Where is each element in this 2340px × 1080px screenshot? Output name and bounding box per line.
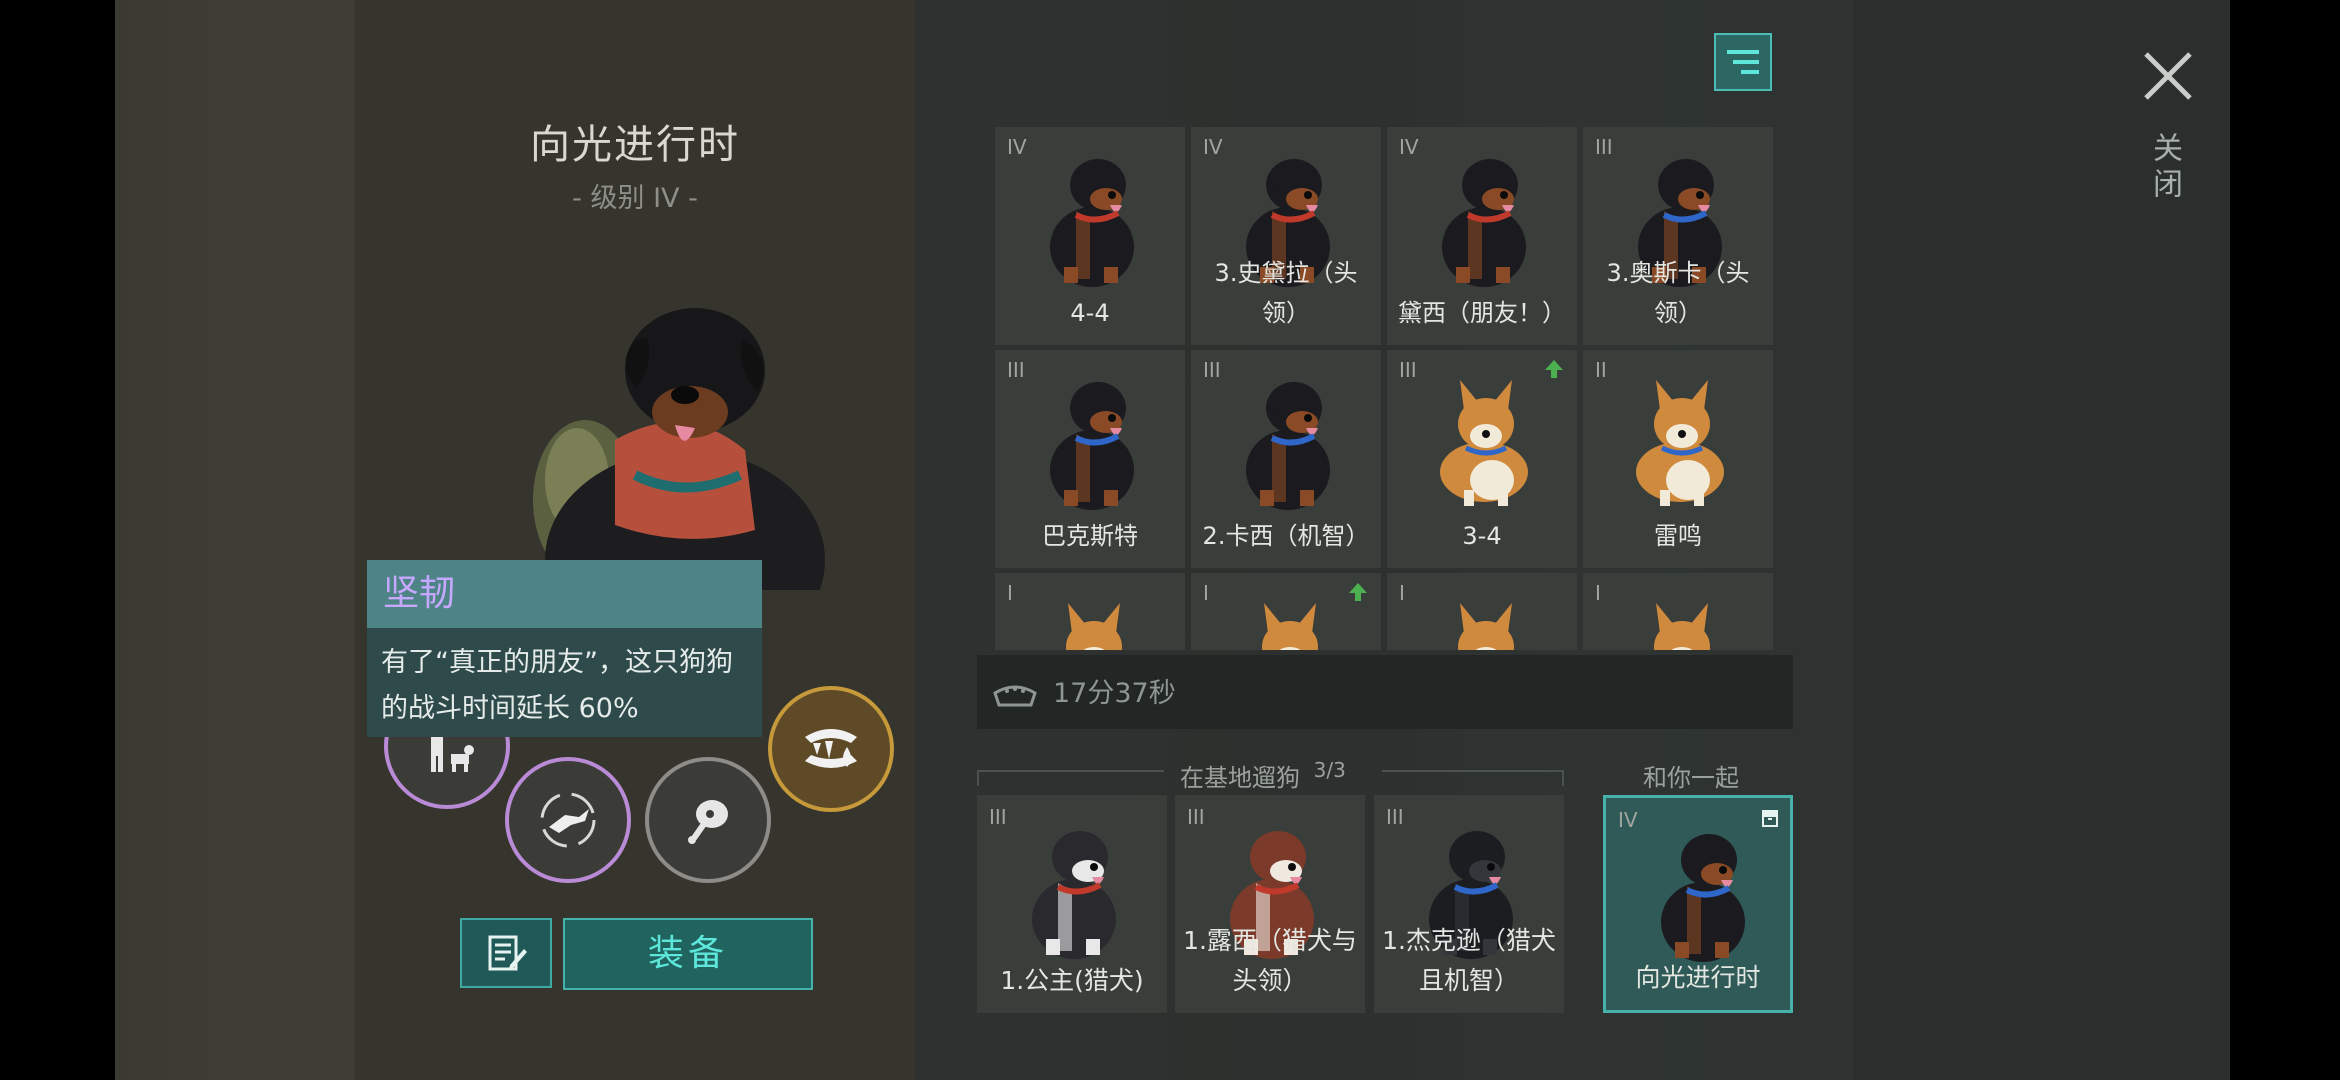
dog-card[interactable]: III 3-4 [1387, 350, 1577, 568]
dog-name: 巴克斯特 [1042, 522, 1138, 550]
dog-card[interactable]: II 雷鸣 [1583, 350, 1773, 568]
dog-image [1050, 382, 1134, 510]
dog-image [1440, 380, 1528, 506]
dog-name: 向光进行时 [1635, 963, 1761, 992]
dog-card[interactable]: IV 黛西（朋友！） [1387, 127, 1577, 345]
dog-card[interactable]: I [995, 573, 1185, 650]
dog-name: 向光进行时 [530, 122, 740, 168]
dog-portrait [533, 308, 825, 590]
bracket-left [977, 770, 1164, 786]
dog-name: 3-4 [1462, 522, 1502, 550]
close-icon[interactable] [2140, 48, 2196, 104]
dog-tier: I [1399, 581, 1405, 605]
dog-image [1246, 382, 1330, 510]
dog-name: 2.卡西（机智） [1202, 522, 1370, 550]
dog-card[interactable]: I [1191, 573, 1381, 650]
dog-grid[interactable]: IV 4-4 IV 3.史黛拉（头领） IV 黛西（朋友！） III 3.奥斯卡… [995, 127, 1778, 650]
upgrade-arrow-icon [1349, 583, 1367, 601]
equip-button[interactable]: 装备 [563, 918, 813, 990]
notepad-edit-icon [488, 935, 527, 971]
dog-card[interactable]: I [1387, 573, 1577, 650]
base-dog-card[interactable]: III 1.杰克逊（猎犬且机智） [1374, 795, 1564, 1013]
base-walk-count: 3/3 [1313, 758, 1346, 782]
dog-name: 1.杰克逊（猎犬且机智） [1382, 926, 1556, 995]
base-walk-label: 在基地遛狗 3/3 [1180, 758, 1346, 793]
tooltip-title: 坚韧 [367, 560, 762, 628]
with-you-label: 和你一起 [1643, 764, 1739, 792]
dog-card[interactable]: IV 3.史黛拉（头领） [1191, 127, 1381, 345]
dog-image [1050, 159, 1134, 287]
dog-image [1442, 159, 1526, 287]
dog-tier: I [1007, 581, 1013, 605]
feed-timer-text: 17分37秒 [1053, 678, 1176, 709]
filter-button[interactable] [1714, 33, 1772, 91]
dog-tier: II [1595, 358, 1607, 382]
dog-image [1458, 603, 1514, 650]
meat-skill[interactable] [645, 757, 771, 883]
dog-card[interactable]: I [1583, 573, 1773, 650]
base-dog-card[interactable]: III 1.公主(猎犬) [977, 795, 1167, 1013]
dog-card[interactable]: III 3.奥斯卡（头领） [1583, 127, 1773, 345]
upgrade-arrow-icon [1545, 360, 1563, 378]
close-label[interactable]: 关闭 [2146, 132, 2186, 204]
dog-jump-skill[interactable] [505, 757, 631, 883]
dog-image [1654, 603, 1710, 650]
dog-tier: I [1595, 581, 1601, 605]
food-bowl-icon [993, 685, 1037, 707]
dog-card[interactable]: III 巴克斯特 [995, 350, 1185, 568]
fang-blood-icon [805, 729, 857, 768]
dog-level: - 级别 IV - [572, 183, 698, 214]
filter-icon [1727, 50, 1759, 74]
dog-name: 3.史黛拉（头领） [1214, 259, 1358, 327]
dog-name: 4-4 [1070, 299, 1110, 327]
tooltip-description: 有了“真正的朋友”，这只狗狗的战斗时间延长 60% [381, 647, 733, 724]
dog-card[interactable]: IV 4-4 [995, 127, 1185, 345]
base-walk-title: 在基地遛狗 [1180, 764, 1300, 792]
dog-jump-cycle-icon [540, 792, 596, 848]
dog-tier: I [1203, 581, 1209, 605]
dog-image [1032, 831, 1116, 959]
skill-tooltip: 坚韧 有了“真正的朋友”，这只狗狗的战斗时间延长 60% [367, 560, 762, 737]
base-dog-card[interactable]: III 1.露西（猎犬与头领） [1175, 795, 1365, 1013]
fang-blood-skill[interactable] [768, 686, 894, 812]
dog-name: 3.奥斯卡（头领） [1606, 259, 1750, 327]
notes-button[interactable] [460, 918, 552, 988]
meat-icon [688, 800, 728, 844]
dog-image [1066, 603, 1122, 650]
dog-image [1262, 603, 1318, 650]
dog-card[interactable]: III 2.卡西（机智） [1191, 350, 1381, 568]
feed-timer-bar: 17分37秒 [977, 655, 1793, 729]
dog-image [1661, 834, 1745, 962]
dog-name: 雷鸣 [1654, 522, 1702, 550]
dog-name: 1.露西（猎犬与头领） [1183, 926, 1357, 995]
with-you-dog-card[interactable]: IV 向光进行时 [1603, 795, 1793, 1013]
bracket-right [1382, 770, 1564, 786]
dog-image [1636, 380, 1724, 506]
dog-name: 黛西（朋友！） [1398, 299, 1566, 327]
dog-name: 1.公主(猎犬) [1000, 966, 1144, 995]
